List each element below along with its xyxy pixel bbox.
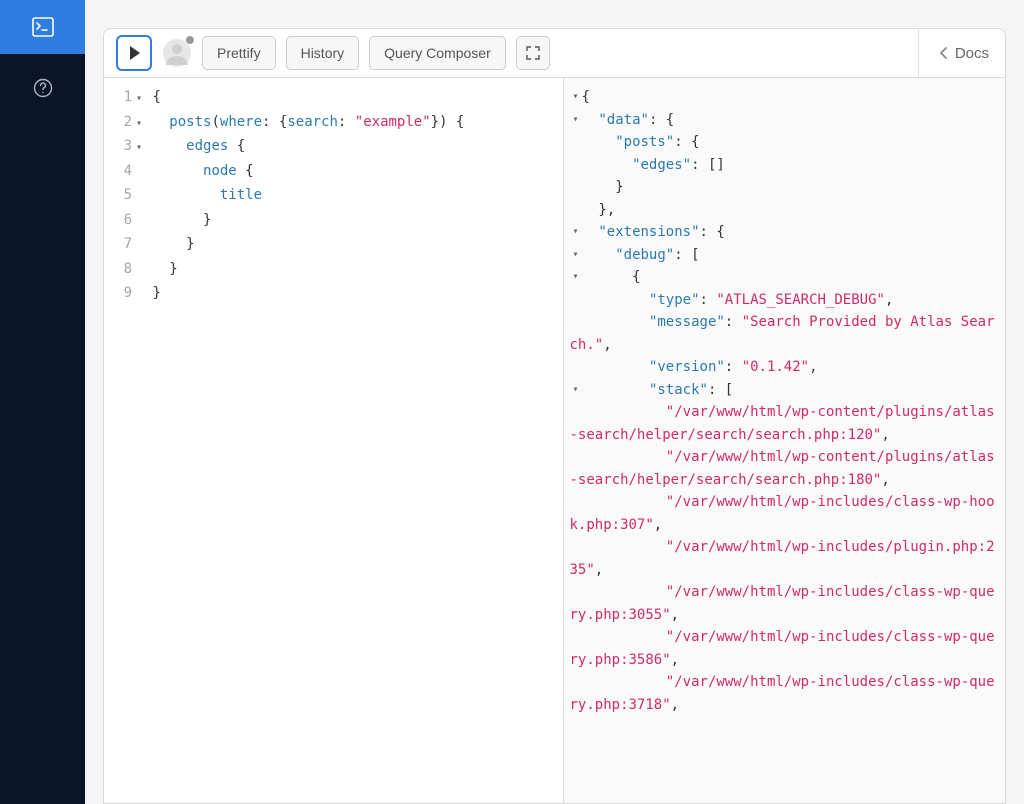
result-line: ▾ {: [570, 266, 996, 289]
result-line: ▾ "extensions": {: [570, 221, 996, 244]
fold-icon[interactable]: [134, 284, 144, 307]
query-line[interactable]: 4 node {: [110, 160, 553, 185]
fold-icon[interactable]: [134, 235, 144, 258]
result-viewer[interactable]: ▾{▾ "data": { "posts": { "edges": [] } }…: [564, 78, 1006, 803]
fold-icon[interactable]: [570, 176, 582, 199]
fold-icon[interactable]: [570, 671, 582, 694]
result-line: ▾ "debug": [: [570, 244, 996, 267]
query-line[interactable]: 7 }: [110, 233, 553, 258]
fold-icon[interactable]: [570, 581, 582, 604]
query-line[interactable]: 6 }: [110, 209, 553, 234]
result-line: "/var/www/html/wp-includes/class-wp-quer…: [570, 581, 996, 626]
line-number: 8: [110, 258, 132, 281]
fold-icon[interactable]: [570, 154, 582, 177]
result-line: "edges": []: [570, 154, 996, 177]
line-number: 2: [110, 111, 132, 134]
terminal-icon: [32, 17, 54, 37]
result-line: "posts": {: [570, 131, 996, 154]
fold-icon[interactable]: [134, 260, 144, 283]
query-line[interactable]: 5 title: [110, 184, 553, 209]
result-line: "/var/www/html/wp-includes/class-wp-quer…: [570, 671, 996, 716]
fold-icon[interactable]: [134, 186, 144, 209]
fold-icon[interactable]: ▾: [570, 244, 582, 267]
result-line: "/var/www/html/wp-includes/plugin.php:23…: [570, 536, 996, 581]
result-line: },: [570, 199, 996, 222]
result-line: "version": "0.1.42",: [570, 356, 996, 379]
line-number: 1: [110, 86, 132, 109]
help-icon: [33, 78, 53, 98]
prettify-button[interactable]: Prettify: [202, 36, 276, 70]
result-line: "type": "ATLAS_SEARCH_DEBUG",: [570, 289, 996, 312]
result-line: ▾{: [570, 86, 996, 109]
result-line: }: [570, 176, 996, 199]
fullscreen-icon: [525, 45, 541, 61]
line-number: 4: [110, 160, 132, 183]
fold-icon[interactable]: ▾: [134, 113, 144, 136]
line-number: 5: [110, 184, 132, 207]
fold-icon[interactable]: [570, 491, 582, 514]
left-sidebar: [0, 0, 85, 804]
line-number: 7: [110, 233, 132, 256]
main-area: Prettify History Query Composer Docs 1▾ …: [85, 0, 1024, 804]
query-composer-button[interactable]: Query Composer: [369, 36, 506, 70]
result-line: "/var/www/html/wp-content/plugins/atlas-…: [570, 401, 996, 446]
history-button[interactable]: History: [286, 36, 360, 70]
fold-icon[interactable]: [570, 626, 582, 649]
fold-icon[interactable]: ▾: [570, 379, 582, 402]
sidebar-help-button[interactable]: [33, 78, 53, 103]
editor-area: 1▾ {2▾ posts(where: {search: "example"})…: [103, 78, 1006, 804]
fold-icon[interactable]: [570, 289, 582, 312]
result-line: ▾ "stack": [: [570, 379, 996, 402]
fold-icon[interactable]: [570, 311, 582, 334]
fold-icon[interactable]: ▾: [570, 266, 582, 289]
result-line: "/var/www/html/wp-includes/class-wp-quer…: [570, 626, 996, 671]
fold-icon[interactable]: ▾: [570, 221, 582, 244]
docs-link[interactable]: Docs: [918, 29, 1005, 77]
avatar-status-dot: [186, 36, 194, 44]
query-line[interactable]: 1▾ {: [110, 86, 553, 111]
run-button[interactable]: [116, 35, 152, 71]
toolbar: Prettify History Query Composer Docs: [103, 28, 1006, 78]
chevron-left-icon: [939, 46, 949, 60]
docs-label: Docs: [955, 45, 989, 62]
query-editor[interactable]: 1▾ {2▾ posts(where: {search: "example"})…: [104, 78, 564, 803]
fold-icon[interactable]: [570, 536, 582, 559]
fold-icon[interactable]: [134, 211, 144, 234]
fold-icon[interactable]: [570, 401, 582, 424]
query-line[interactable]: 9 }: [110, 282, 553, 307]
query-line[interactable]: 8 }: [110, 258, 553, 283]
fold-icon[interactable]: ▾: [134, 137, 144, 160]
fold-icon[interactable]: [134, 162, 144, 185]
result-line: ▾ "data": {: [570, 109, 996, 132]
result-line: "/var/www/html/wp-includes/class-wp-hook…: [570, 491, 996, 536]
sidebar-terminal-button[interactable]: [0, 0, 85, 54]
fold-icon[interactable]: ▾: [570, 109, 582, 132]
query-line[interactable]: 2▾ posts(where: {search: "example"}) {: [110, 111, 553, 136]
fold-icon[interactable]: [570, 446, 582, 469]
fullscreen-button[interactable]: [516, 36, 550, 70]
result-line: "/var/www/html/wp-content/plugins/atlas-…: [570, 446, 996, 491]
query-line[interactable]: 3▾ edges {: [110, 135, 553, 160]
line-number: 3: [110, 135, 132, 158]
fold-icon[interactable]: [570, 131, 582, 154]
play-icon: [130, 46, 140, 60]
fold-icon[interactable]: ▾: [134, 88, 144, 111]
result-line: "message": "Search Provided by Atlas Sea…: [570, 311, 996, 356]
fold-icon[interactable]: [570, 199, 582, 222]
user-avatar[interactable]: [162, 38, 192, 68]
line-number: 9: [110, 282, 132, 305]
fold-icon[interactable]: [570, 356, 582, 379]
fold-icon[interactable]: ▾: [570, 86, 582, 109]
line-number: 6: [110, 209, 132, 232]
